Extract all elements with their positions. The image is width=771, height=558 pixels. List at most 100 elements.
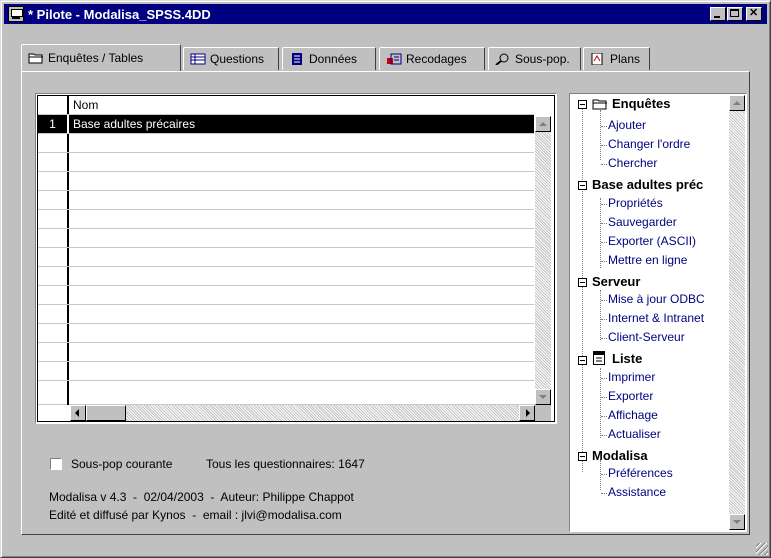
status-area: Sous-pop courante Tous les questionnaire… [35, 433, 557, 529]
table-row[interactable] [38, 286, 534, 305]
recode-icon [386, 53, 402, 65]
collapse-toggle[interactable] [578, 356, 587, 365]
tree-item-actualiser[interactable]: Actualiser [608, 427, 661, 441]
tree-item-proprietes[interactable]: Propriétés [608, 196, 663, 210]
tree-connector [600, 290, 601, 340]
row-number [38, 381, 69, 405]
scroll-thumb[interactable] [86, 405, 126, 421]
main-window: * Pilote - Modalisa_SPSS.4DD Enquêtes / … [0, 0, 771, 558]
tree-item-client-serveur[interactable]: Client-Serveur [608, 330, 685, 344]
tree-item-mettre-en-ligne[interactable]: Mettre en ligne [608, 253, 687, 267]
table-row[interactable] [38, 134, 534, 153]
tab-questions[interactable]: Questions [183, 47, 279, 70]
row-number [38, 267, 69, 285]
tree-vertical-scrollbar[interactable] [729, 95, 745, 530]
actions-tree[interactable]: Enquêtes Ajouter Changer l'ordre Cherche… [569, 93, 747, 532]
tree-connector [601, 416, 607, 417]
table-row[interactable] [38, 153, 534, 172]
tree-connector [601, 378, 607, 379]
tree-connector [601, 338, 607, 339]
tab-sous-pop[interactable]: Sous-pop. [488, 47, 581, 70]
sous-pop-checkbox[interactable] [50, 458, 62, 470]
sous-pop-label[interactable]: Sous-pop courante [71, 457, 172, 471]
tree-item-exporter-ascii[interactable]: Exporter (ASCII) [608, 234, 696, 248]
tree-item-sauvegarder[interactable]: Sauvegarder [608, 215, 677, 229]
tree-node-serveur[interactable]: Serveur [592, 274, 640, 289]
scroll-left-button[interactable] [70, 405, 86, 421]
table-row[interactable] [38, 172, 534, 191]
table-row[interactable] [38, 210, 534, 229]
tree-item-ajouter[interactable]: Ajouter [608, 118, 646, 132]
arrow-up-icon [539, 122, 547, 126]
tree-connector [601, 474, 607, 475]
table-row[interactable] [38, 324, 534, 343]
tree-node-enquetes[interactable]: Enquêtes [612, 96, 671, 111]
grid-vertical-scrollbar[interactable] [535, 116, 551, 405]
tree-connector [600, 198, 601, 268]
tree-connector [600, 460, 601, 490]
table-row[interactable]: 1 Base adultes précaires [38, 115, 534, 134]
resize-grip[interactable] [756, 543, 768, 555]
tree-item-preferences[interactable]: Préférences [608, 466, 673, 480]
collapse-toggle[interactable] [578, 100, 587, 109]
tree-connector [601, 204, 607, 205]
collapse-toggle[interactable] [578, 181, 587, 190]
tab-donnees[interactable]: Données [282, 47, 376, 70]
row-number [38, 343, 69, 361]
tree-node-base[interactable]: Base adultes préc [592, 177, 703, 192]
row-number [38, 305, 69, 323]
scroll-right-button[interactable] [519, 405, 535, 421]
tree-item-imprimer[interactable]: Imprimer [608, 370, 655, 384]
tree-item-changer-ordre[interactable]: Changer l'ordre [608, 137, 690, 151]
tab-enquetes-tables[interactable]: Enquêtes / Tables [21, 44, 181, 71]
tables-grid[interactable]: Nom 1 Base adultes précaires [35, 93, 557, 424]
collapse-toggle[interactable] [578, 278, 587, 287]
tree-item-affichage[interactable]: Affichage [608, 408, 658, 422]
app-icon[interactable] [8, 6, 24, 22]
scroll-up-button[interactable] [535, 116, 551, 132]
tree-connector [601, 164, 607, 165]
magnifier-icon [495, 53, 511, 66]
row-name[interactable]: Base adultes précaires [73, 115, 195, 133]
scroll-down-button[interactable] [729, 514, 745, 530]
tab-label: Recodages [406, 52, 467, 66]
tree-node-liste[interactable]: Liste [612, 351, 642, 366]
collapse-toggle[interactable] [578, 452, 587, 461]
scroll-up-button[interactable] [729, 95, 745, 111]
column-header-nom[interactable]: Nom [73, 96, 98, 114]
maximize-button[interactable] [727, 7, 743, 21]
table-row[interactable] [38, 362, 534, 381]
close-button[interactable] [746, 6, 762, 21]
scroll-down-button[interactable] [535, 389, 551, 405]
tree-connector [601, 493, 607, 494]
data-book-icon [289, 53, 305, 65]
minimize-button[interactable] [710, 7, 726, 21]
row-number [38, 248, 69, 266]
table-row[interactable] [38, 248, 534, 267]
grid-horizontal-scrollbar[interactable] [70, 405, 535, 421]
tab-label: Enquêtes / Tables [48, 51, 144, 65]
table-row[interactable] [38, 267, 534, 286]
table-row[interactable] [38, 191, 534, 210]
tree-node-modalisa[interactable]: Modalisa [592, 448, 648, 463]
table-row[interactable] [38, 381, 534, 405]
window-title: * Pilote - Modalisa_SPSS.4DD [28, 7, 211, 22]
tree-connector [601, 126, 607, 127]
arrow-right-icon [526, 409, 530, 417]
tab-plans[interactable]: Plans [583, 47, 650, 70]
tree-item-assistance[interactable]: Assistance [608, 485, 666, 499]
tab-recodages[interactable]: Recodages [379, 47, 485, 70]
table-row[interactable] [38, 229, 534, 248]
table-row[interactable] [38, 343, 534, 362]
tree-connector [601, 435, 607, 436]
tree-connector [601, 300, 607, 301]
tree-item-mise-a-jour-odbc[interactable]: Mise à jour ODBC [608, 292, 705, 306]
tree-item-internet-intranet[interactable]: Internet & Intranet [608, 311, 704, 325]
tree-item-exporter[interactable]: Exporter [608, 389, 653, 403]
title-bar[interactable]: * Pilote - Modalisa_SPSS.4DD [4, 4, 767, 24]
row-number [38, 134, 69, 152]
plan-icon [590, 52, 606, 66]
tree-item-chercher[interactable]: Chercher [608, 156, 657, 170]
table-row[interactable] [38, 305, 534, 324]
scroll-corner [535, 405, 551, 421]
